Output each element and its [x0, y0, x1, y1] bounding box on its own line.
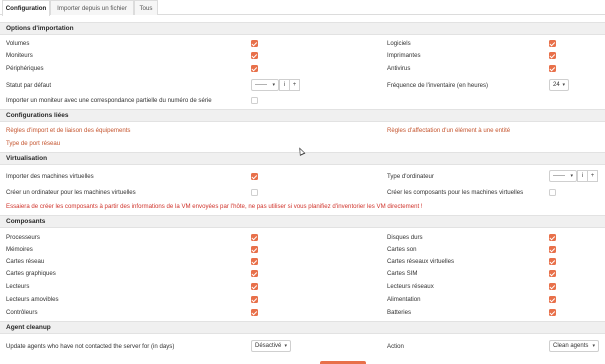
label-component: Cartes réseaux virtuelles [387, 258, 455, 265]
label-volumes: Volumes [6, 40, 30, 47]
label-frequence: Fréquence de l'inventaire (en heures) [387, 82, 489, 89]
section-title: Virtualisation [6, 155, 48, 162]
label-importer-vm: Importer des machines virtuelles [6, 173, 94, 180]
checkbox-antivirus[interactable] [549, 65, 556, 72]
checkbox-lecteurs-amovibles[interactable] [251, 296, 258, 303]
select-action[interactable]: Clean agents ▾ [549, 340, 599, 352]
checkbox-cartes-son[interactable] [549, 246, 556, 253]
section-title: Options d'importation [6, 25, 74, 32]
plus-icon[interactable]: + [289, 79, 300, 91]
label-statut-defaut: Statut par défaut [6, 82, 52, 89]
chevron-down-icon: ▾ [284, 343, 287, 349]
checkbox-moniteurs[interactable] [251, 52, 258, 59]
label-update-agents: Update agents who have not contacted the… [6, 343, 175, 350]
checkbox-creer-composants[interactable] [549, 189, 556, 196]
checkbox-cartes-reseaux-virtuelles[interactable] [549, 258, 556, 265]
label-component: Lecteurs réseaux [387, 283, 434, 290]
label-component: Processeurs [6, 234, 40, 241]
checkbox-creer-ordinateur[interactable] [251, 189, 258, 196]
chevron-down-icon: ▾ [570, 173, 573, 179]
label-component: Mémoires [6, 246, 33, 253]
label-component: Cartes réseau [6, 258, 45, 265]
section-linked-configs: Configurations liées [0, 109, 605, 122]
checkbox-cartes-reseau[interactable] [251, 258, 258, 265]
label-imprimantes: Imprimantes [387, 52, 421, 59]
chevron-down-icon: ▾ [592, 343, 595, 349]
checkbox-import-moniteur-partiel[interactable] [251, 97, 258, 104]
checkbox-controleurs[interactable] [251, 309, 258, 316]
checkbox-peripheriques[interactable] [251, 65, 258, 72]
label-component: Lecteurs amovibles [6, 296, 59, 303]
link-type-port[interactable]: Type de port réseau [6, 140, 60, 147]
warning-text: Essaiera de créer les composants à parti… [6, 203, 423, 210]
tab-import-file[interactable]: Importer depuis un fichier [50, 0, 134, 15]
tab-all[interactable]: Tous [134, 0, 158, 15]
label-component: Contrôleurs [6, 309, 38, 316]
link-regles-affectation[interactable]: Règles d'affectation d'un élément à une … [387, 127, 510, 134]
checkbox-alimentation[interactable] [549, 296, 556, 303]
checkbox-importer-vm[interactable] [251, 173, 258, 180]
checkbox-lecteurs-reseaux[interactable] [549, 283, 556, 290]
checkbox-imprimantes[interactable] [549, 52, 556, 59]
label-component: Cartes graphiques [6, 270, 56, 277]
tab-bar: Configuration Importer depuis un fichier… [0, 0, 605, 16]
label-component: Cartes son [387, 246, 417, 253]
label-component: Alimentation [387, 296, 421, 303]
label-component: Lecteurs [6, 283, 30, 290]
checkbox-logiciels[interactable] [549, 40, 556, 47]
checkbox-memoires[interactable] [251, 246, 258, 253]
select-update-agents[interactable]: Désactivé ▾ [251, 340, 291, 352]
label-component: Disques durs [387, 234, 423, 241]
label-creer-composants: Créer les composants pour les machines v… [387, 189, 524, 196]
checkbox-volumes[interactable] [251, 40, 258, 47]
checkbox-batteries[interactable] [549, 309, 556, 316]
checkbox-cartes-sim[interactable] [549, 270, 556, 277]
checkbox-processeurs[interactable] [251, 234, 258, 241]
chevron-down-icon: ▾ [562, 82, 565, 88]
label-type-ordinateur: Type d'ordinateur [387, 173, 434, 180]
select-statut-defaut[interactable]: ------ ▾ [251, 79, 279, 91]
label-creer-ordinateur: Créer un ordinateur pour les machines vi… [6, 189, 136, 196]
label-component: Cartes SIM [387, 270, 418, 277]
checkbox-disques-durs[interactable] [549, 234, 556, 241]
label-import-moniteur-partiel: Importer un moniteur avec une correspond… [6, 97, 212, 104]
label-peripheriques: Périphériques [6, 65, 44, 72]
chevron-down-icon: ▾ [272, 82, 275, 88]
link-regles-import[interactable]: Règles d'import et de liaison des équipe… [6, 127, 130, 134]
section-import-options: Options d'importation [0, 22, 605, 35]
select-frequence[interactable]: 24 ▾ [549, 79, 569, 91]
section-title: Configurations liées [6, 112, 69, 119]
label-logiciels: Logiciels [387, 40, 411, 47]
section-title: Agent cleanup [6, 324, 51, 331]
section-agent-cleanup: Agent cleanup [0, 321, 605, 334]
tab-configuration[interactable]: Configuration [2, 0, 50, 16]
section-components: Composants [0, 215, 605, 228]
label-moniteurs: Moniteurs [6, 52, 33, 59]
select-type-ordinateur[interactable]: ------ ▾ [549, 170, 577, 182]
plus-icon[interactable]: + [587, 170, 598, 182]
checkbox-cartes-graphiques[interactable] [251, 270, 258, 277]
label-action: Action [387, 343, 404, 350]
checkbox-lecteurs[interactable] [251, 283, 258, 290]
label-antivirus: Antivirus [387, 65, 411, 72]
section-title: Composants [6, 218, 46, 225]
label-component: Batteries [387, 309, 412, 316]
